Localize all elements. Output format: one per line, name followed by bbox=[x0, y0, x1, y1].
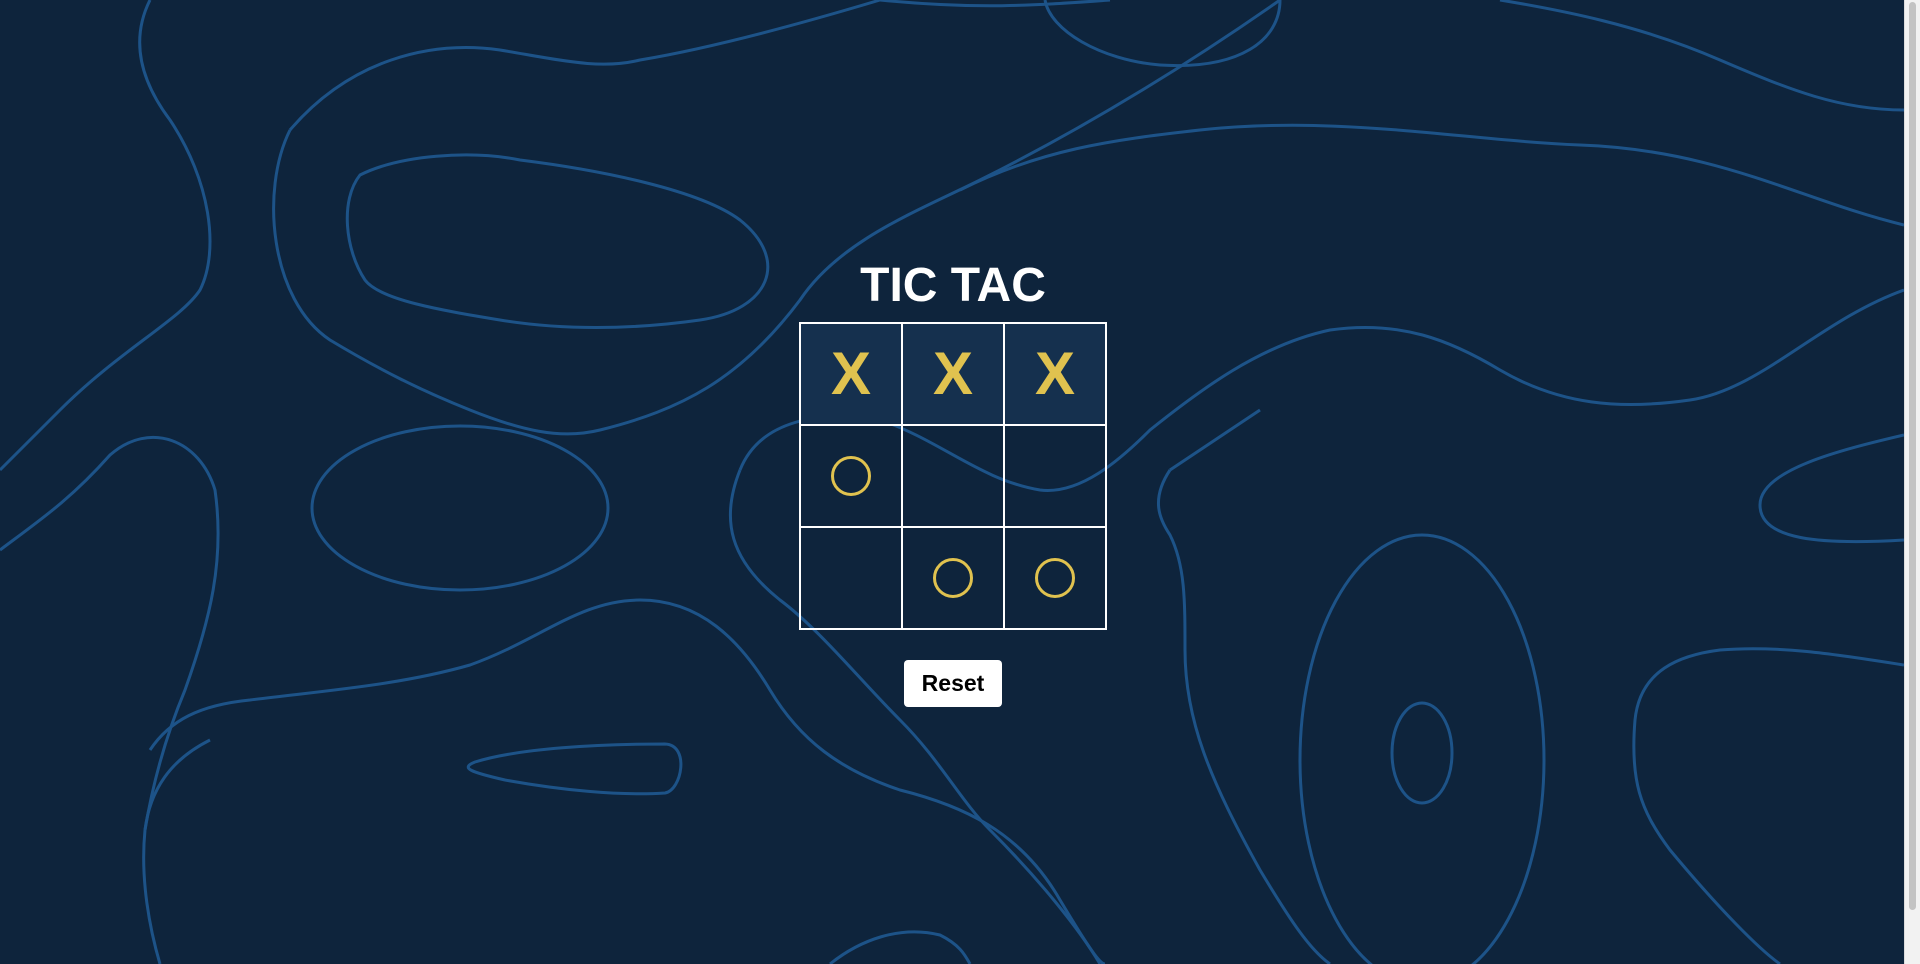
board-cell-7[interactable] bbox=[902, 527, 1004, 629]
board-cell-0[interactable]: X bbox=[800, 323, 902, 425]
game-title: TIC TAC bbox=[860, 259, 1046, 312]
reset-button[interactable]: Reset bbox=[903, 660, 1003, 707]
board-cell-1[interactable]: X bbox=[902, 323, 1004, 425]
scrollbar-thumb[interactable] bbox=[1909, 2, 1916, 910]
x-mark: X bbox=[830, 340, 872, 407]
tic-tac-toe-game: TIC TAC XXX Reset bbox=[798, 250, 1108, 707]
o-mark-icon bbox=[831, 456, 871, 496]
x-mark: X bbox=[932, 340, 974, 407]
board-cell-6[interactable] bbox=[800, 527, 902, 629]
x-mark: X bbox=[1034, 340, 1076, 407]
vertical-scrollbar[interactable] bbox=[1904, 0, 1920, 964]
board-cell-2[interactable]: X bbox=[1004, 323, 1106, 425]
game-board: XXX bbox=[799, 322, 1107, 630]
o-mark-icon bbox=[1035, 558, 1075, 598]
o-mark-icon bbox=[933, 558, 973, 598]
game-page: TIC TAC XXX Reset bbox=[0, 0, 1920, 964]
board-cell-8[interactable] bbox=[1004, 527, 1106, 629]
board-cell-4[interactable] bbox=[902, 425, 1004, 527]
board-cell-3[interactable] bbox=[800, 425, 902, 527]
board-cell-5[interactable] bbox=[1004, 425, 1106, 527]
